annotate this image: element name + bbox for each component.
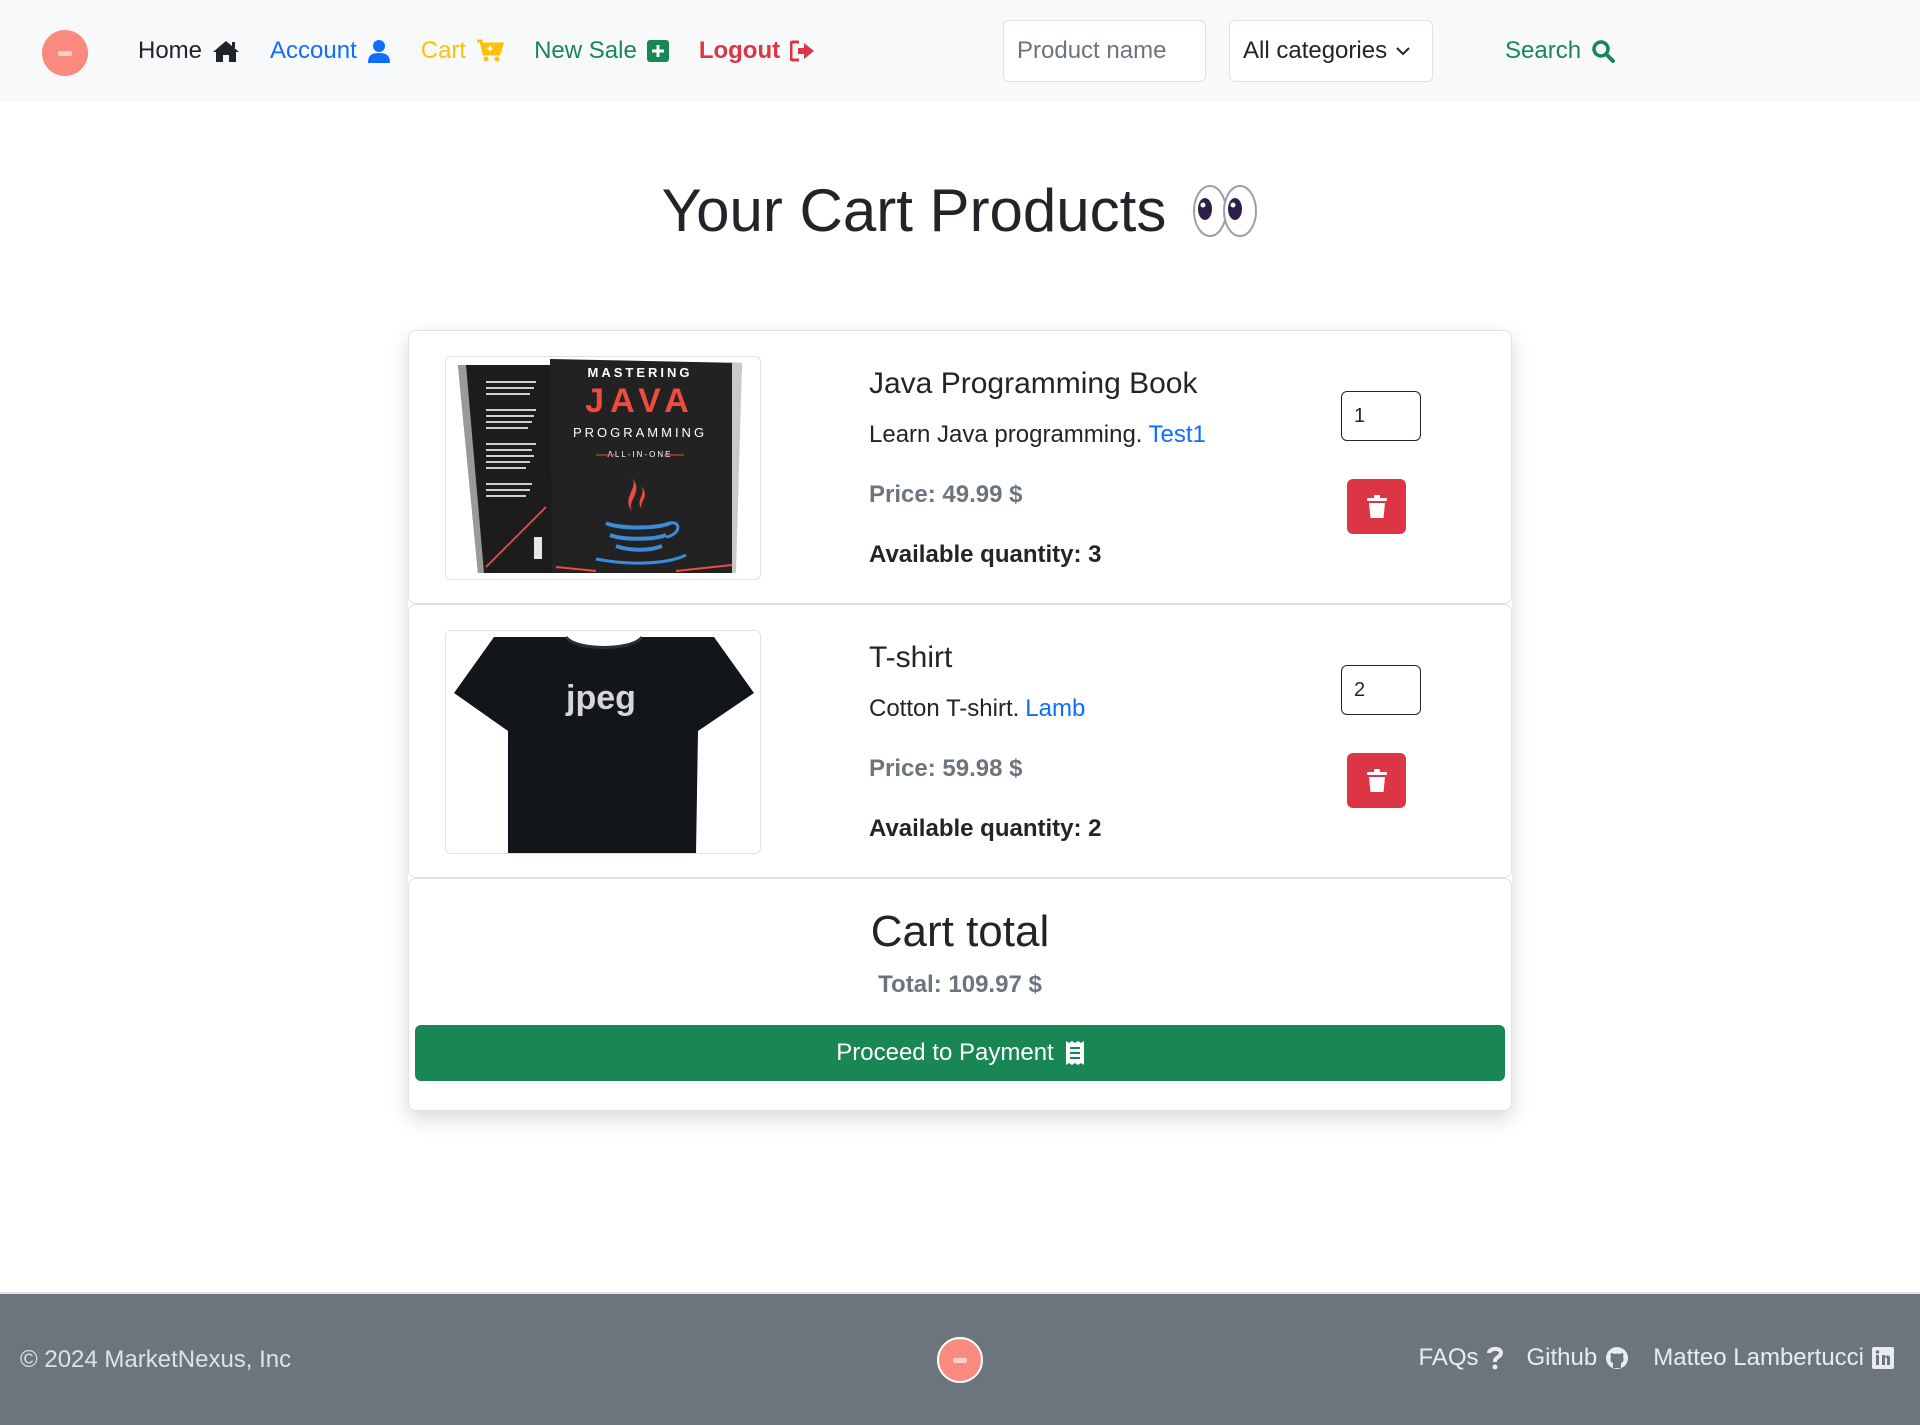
cart-total-title: Cart total bbox=[870, 907, 1050, 956]
svg-text:jpeg: jpeg bbox=[565, 679, 636, 717]
seller-link[interactable]: Lamb bbox=[1025, 695, 1085, 722]
cart-icon bbox=[477, 39, 505, 62]
nav-home-link[interactable]: Home bbox=[138, 37, 240, 65]
trash-icon bbox=[1366, 768, 1387, 792]
nav-account-link[interactable]: Account bbox=[270, 37, 391, 65]
user-icon bbox=[367, 40, 390, 63]
nav-new-sale-link[interactable]: New Sale bbox=[534, 37, 669, 65]
nav-cart-link[interactable]: Cart bbox=[420, 37, 505, 65]
logout-icon bbox=[790, 40, 815, 62]
remove-item-button[interactable] bbox=[1347, 753, 1406, 808]
faqs-label: FAQs bbox=[1418, 1344, 1479, 1371]
cart-total-value: Total: 109.97 $ bbox=[878, 971, 1042, 998]
remove-item-button[interactable] bbox=[1347, 479, 1406, 534]
java-book-image: MASTERING JAVA PROGRAMMING ALL-IN-ONE bbox=[445, 356, 761, 580]
svg-text:MASTERING: MASTERING bbox=[588, 365, 693, 380]
product-description-text: Cotton T-shirt. bbox=[869, 695, 1020, 722]
page-title-text: Your Cart Products bbox=[661, 177, 1167, 244]
proceed-to-payment-button[interactable]: Proceed to Payment bbox=[415, 1025, 1505, 1081]
available-quantity: Available quantity: 3 bbox=[869, 541, 1102, 568]
cart-item: MASTERING JAVA PROGRAMMING ALL-IN-ONE Ja… bbox=[408, 330, 1512, 604]
marketnexus-logo-icon[interactable] bbox=[42, 30, 88, 76]
github-link[interactable]: Github bbox=[1527, 1344, 1630, 1372]
nav-account-label: Account bbox=[270, 37, 357, 64]
search-icon bbox=[1592, 40, 1616, 63]
navbar: Home Account Cart New Sale Logout Produc… bbox=[0, 0, 1920, 102]
product-name-search-input[interactable] bbox=[1003, 20, 1206, 82]
tshirt-image: jpeg bbox=[445, 630, 761, 854]
nav-new-sale-label: New Sale bbox=[534, 37, 637, 64]
category-select[interactable]: All categories bbox=[1229, 20, 1433, 82]
available-quantity: Available quantity: 2 bbox=[869, 815, 1102, 842]
cart-total-card: Cart total Total: 109.97 $ Proceed to Pa… bbox=[408, 878, 1512, 1111]
eyes-emoji-icon bbox=[1192, 183, 1258, 239]
proceed-to-payment-label: Proceed to Payment bbox=[836, 1039, 1054, 1066]
search-button-label: Search bbox=[1505, 37, 1582, 64]
home-icon bbox=[213, 41, 240, 62]
trash-icon bbox=[1366, 494, 1387, 518]
cart-item: jpeg T-shirt Cotton T-shirt. Lamb Price: … bbox=[408, 604, 1512, 878]
chevron-down-icon bbox=[1396, 47, 1410, 56]
nav-logout-link[interactable]: Logout bbox=[699, 37, 816, 65]
quantity-input[interactable] bbox=[1341, 391, 1421, 441]
seller-link[interactable]: Test1 bbox=[1148, 421, 1205, 448]
footer-logo-icon[interactable] bbox=[937, 1337, 983, 1383]
category-select-value: All categories bbox=[1243, 37, 1388, 64]
product-description: Learn Java programming. Test1 bbox=[869, 421, 1206, 449]
product-price: Price: 49.99 $ bbox=[869, 481, 1023, 508]
footer: © 2024 MarketNexus, Inc FAQs Github Matt… bbox=[0, 1292, 1920, 1425]
nav-links: Home Account Cart New Sale Logout bbox=[138, 0, 846, 102]
github-label: Github bbox=[1526, 1344, 1598, 1371]
svg-text:JAVA: JAVA bbox=[585, 382, 695, 420]
linkedin-label: Matteo Lambertucci bbox=[1653, 1344, 1864, 1371]
product-name: Java Programming Book bbox=[869, 367, 1198, 400]
svg-text:ALL-IN-ONE: ALL-IN-ONE bbox=[608, 450, 673, 459]
cart-list: MASTERING JAVA PROGRAMMING ALL-IN-ONE Ja… bbox=[408, 330, 1512, 1111]
copyright-text: © 2024 MarketNexus, Inc bbox=[20, 1346, 292, 1373]
github-icon bbox=[1606, 1347, 1629, 1369]
footer-links: FAQs Github Matteo Lambertucci bbox=[1395, 1344, 1894, 1372]
product-description: Cotton T-shirt. Lamb bbox=[869, 695, 1085, 723]
linkedin-icon bbox=[1872, 1347, 1894, 1369]
question-icon bbox=[1486, 1346, 1503, 1370]
nav-home-label: Home bbox=[138, 37, 203, 64]
nav-cart-label: Cart bbox=[420, 37, 467, 64]
product-price: Price: 59.98 $ bbox=[869, 755, 1023, 782]
plus-square-icon bbox=[646, 40, 669, 62]
search-button[interactable]: Search bbox=[1505, 20, 1616, 82]
product-name: T-shirt bbox=[869, 641, 953, 674]
linkedin-link[interactable]: Matteo Lambertucci bbox=[1653, 1344, 1894, 1372]
svg-text:PROGRAMMING: PROGRAMMING bbox=[573, 425, 707, 440]
receipt-icon bbox=[1065, 1041, 1084, 1065]
quantity-input[interactable] bbox=[1341, 665, 1421, 715]
faqs-link[interactable]: FAQs bbox=[1419, 1344, 1503, 1372]
product-description-text: Learn Java programming. bbox=[869, 421, 1143, 448]
page-title: Your Cart Products bbox=[0, 176, 1920, 245]
nav-logout-label: Logout bbox=[698, 37, 781, 64]
